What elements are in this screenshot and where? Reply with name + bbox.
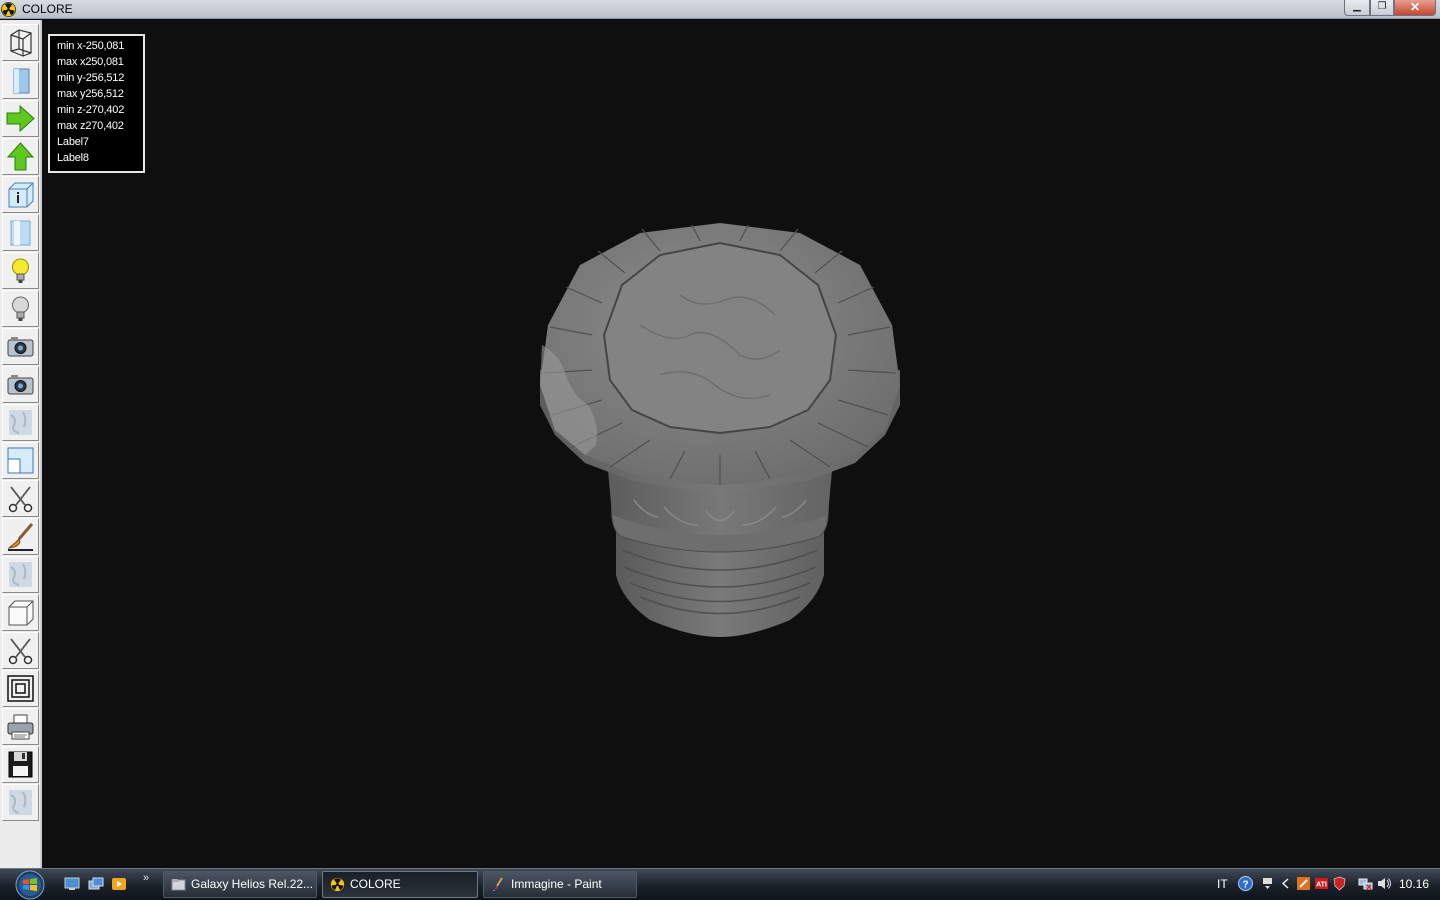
- marble-texture-icon: [9, 790, 32, 815]
- window-title: COLORE: [22, 2, 73, 16]
- print-tool[interactable]: [2, 708, 39, 745]
- taskbar-item-label: Immagine - Paint: [511, 877, 602, 891]
- printer-icon: [7, 714, 34, 740]
- app-tray-icon[interactable]: [1296, 876, 1311, 891]
- svg-text:?: ?: [1242, 880, 1248, 891]
- split-view-icon: [7, 447, 34, 474]
- white-cube-icon: [8, 600, 34, 626]
- light-on-tool[interactable]: [2, 252, 39, 289]
- explorer-folder-icon: [171, 879, 186, 891]
- move-right-tool[interactable]: [2, 100, 39, 137]
- save-tool[interactable]: [2, 746, 39, 783]
- network-icon[interactable]: [1358, 876, 1373, 891]
- texture-3-tool[interactable]: [2, 784, 39, 821]
- cylinder-tool[interactable]: [2, 214, 39, 251]
- language-indicator[interactable]: IT: [1217, 877, 1228, 891]
- camera-icon: [7, 375, 34, 395]
- wireframe-box-icon: [10, 29, 32, 57]
- paint-icon: [493, 877, 503, 891]
- volume-icon[interactable]: [1377, 876, 1392, 891]
- info-line: max z270,402: [57, 120, 124, 132]
- green-arrow-right-icon: [6, 104, 35, 133]
- move-up-tool[interactable]: [2, 138, 39, 175]
- viewport-tool[interactable]: [2, 442, 39, 479]
- close-button[interactable]: ✕: [1394, 0, 1436, 16]
- info-box-tool[interactable]: [2, 176, 39, 213]
- camera-icon: [7, 337, 34, 357]
- info-line: Label8: [57, 152, 89, 164]
- info-line: max x250,081: [57, 56, 124, 68]
- show-hidden-icons-icon[interactable]: [1278, 876, 1293, 891]
- cut-2-tool[interactable]: [2, 632, 39, 669]
- green-arrow-up-icon: [6, 142, 35, 171]
- marble-texture-icon: [9, 410, 32, 435]
- light-cylinder-icon: [10, 220, 31, 246]
- info-line: min z-270,402: [57, 104, 125, 116]
- security-shield-icon[interactable]: [1332, 876, 1347, 891]
- ati-catalyst-icon[interactable]: ATI: [1314, 876, 1329, 891]
- scissors-icon: [8, 638, 33, 665]
- cube-tool[interactable]: [2, 594, 39, 631]
- switch-windows-icon[interactable]: [88, 877, 104, 891]
- info-cube-icon: [8, 182, 34, 208]
- info-line: min x-250,081: [57, 40, 125, 52]
- taskbar-item-label: Galaxy Helios Rel.22...: [191, 877, 314, 891]
- texture-1-tool[interactable]: [2, 404, 39, 441]
- floppy-disk-icon: [8, 751, 33, 778]
- camera-2-tool[interactable]: [2, 366, 39, 403]
- cut-1-tool[interactable]: [2, 480, 39, 517]
- solid-tool[interactable]: [2, 62, 39, 99]
- light-bulb-on-icon: [12, 258, 29, 283]
- quick-launch-more-button[interactable]: »: [143, 872, 149, 884]
- taskbar-item-colore[interactable]: COLORE: [322, 871, 478, 898]
- concentric-squares-icon: [7, 675, 34, 702]
- light-off-tool[interactable]: [2, 290, 39, 327]
- radiation-icon: [330, 877, 345, 892]
- radiation-icon: [1, 2, 16, 17]
- media-player-icon[interactable]: [111, 877, 127, 891]
- paint-brush-icon: [7, 523, 34, 551]
- taskbar-item-galaxy-helios[interactable]: Galaxy Helios Rel.22...: [163, 871, 317, 898]
- wireframe-tool[interactable]: [2, 24, 39, 61]
- blue-cylinder-icon: [13, 68, 30, 94]
- minimize-button[interactable]: ▁: [1344, 0, 1370, 16]
- light-bulb-off-icon: [12, 296, 29, 321]
- info-line: Label7: [57, 136, 89, 148]
- camera-1-tool[interactable]: [2, 328, 39, 365]
- marble-texture-icon: [9, 562, 32, 587]
- show-desktop-icon[interactable]: [64, 877, 80, 891]
- scissors-icon: [8, 486, 33, 513]
- svg-text:ATI: ATI: [1316, 882, 1327, 889]
- paint-tool[interactable]: [2, 518, 39, 555]
- marble-capital-model[interactable]: [530, 215, 910, 645]
- texture-2-tool[interactable]: [2, 556, 39, 593]
- clock[interactable]: 10.16: [1399, 877, 1429, 891]
- maximize-button[interactable]: ❐: [1370, 0, 1394, 16]
- title-bar: COLORE ▁ ❐ ✕: [0, 0, 1440, 19]
- info-line: min y-256,512: [57, 72, 125, 84]
- bounds-info-box: min x-250,081 max x250,081 min y-256,512…: [48, 34, 145, 173]
- taskbar-item-label: COLORE: [350, 877, 401, 891]
- language-bar-options-icon[interactable]: [1260, 876, 1275, 891]
- taskbar-item-paint[interactable]: Immagine - Paint: [483, 871, 637, 898]
- left-toolbar: [0, 20, 42, 868]
- start-button[interactable]: [9, 870, 51, 900]
- help-icon[interactable]: ?: [1238, 876, 1253, 891]
- info-line: max y256,512: [57, 88, 124, 100]
- frame-tool[interactable]: [2, 670, 39, 707]
